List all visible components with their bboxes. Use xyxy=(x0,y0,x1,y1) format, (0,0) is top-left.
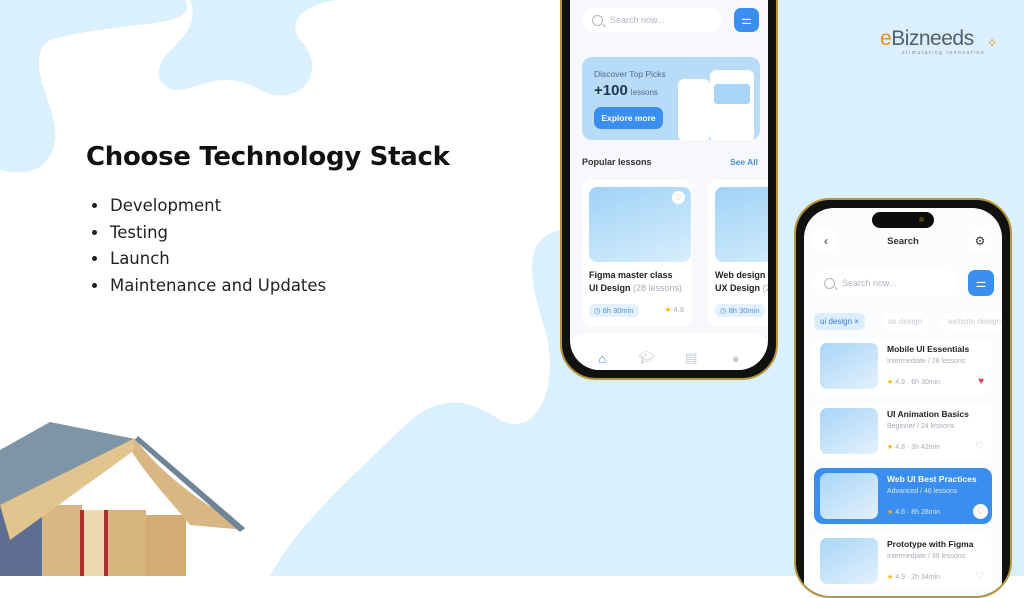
home-icon[interactable]: ⌂ xyxy=(594,350,610,366)
gear-icon: ⚙ xyxy=(974,234,986,248)
bullet-dot xyxy=(92,229,97,235)
result-row[interactable]: Prototype with Figma Intermediate / 39 l… xyxy=(814,533,992,589)
phone-home-mockup: Search now... ⚌ Discover Top Picks +100 l… xyxy=(560,0,778,380)
star-icon: ★ xyxy=(887,379,894,386)
bullet-item: Development xyxy=(92,192,326,219)
result-row[interactable]: UI Animation Basics Beginner / 24 lesson… xyxy=(814,403,992,459)
slide-title: Choose Technology Stack xyxy=(86,142,450,172)
filter-chip[interactable]: website design xyxy=(942,313,1002,330)
result-row-selected[interactable]: Web UI Best Practices Advanced / 46 less… xyxy=(814,468,992,524)
bullet-dot xyxy=(92,282,97,288)
search-icon xyxy=(592,14,603,26)
bullet-item: Maintenance and Updates xyxy=(92,272,326,299)
star-icon: ★ xyxy=(664,305,672,314)
bullet-list: Development Testing Launch Maintenance a… xyxy=(92,192,326,299)
bottom-tab-bar: ⌂ 🎓︎ ▤ ● xyxy=(570,333,768,370)
rating: ★ 4.9 xyxy=(664,305,684,314)
graduation-cap-icon[interactable]: 🎓︎ xyxy=(639,350,656,366)
duration-badge: ◷ 6h 30min xyxy=(589,304,639,317)
search-screen: ‹ Search ⚙ Search now... ⚌ ui design × u… xyxy=(804,208,1002,596)
dynamic-island xyxy=(872,212,934,228)
duration-badge: ◷ 8h 30min xyxy=(715,304,765,317)
home-screen: Search now... ⚌ Discover Top Picks +100 l… xyxy=(570,0,768,370)
settings-button[interactable]: ⚙ xyxy=(968,229,992,253)
section-title: Popular lessons xyxy=(582,157,652,167)
bullet-dot xyxy=(92,202,97,208)
explore-more-button[interactable]: Explore more xyxy=(594,107,663,129)
star-icon: ★ xyxy=(887,509,894,516)
lesson-card[interactable]: Web design fo UX Design (28 ◷ 8h 30min xyxy=(708,180,768,327)
logo-mark-icon: ⁘ xyxy=(987,36,998,50)
search-icon xyxy=(824,277,835,289)
filter-button[interactable]: ⚌ xyxy=(734,8,759,32)
banner-mini-screen xyxy=(710,70,754,140)
lesson-thumbnail xyxy=(715,187,768,262)
heart-filled-icon[interactable]: ♥ xyxy=(978,376,984,387)
heart-icon[interactable]: ♡ xyxy=(672,191,685,204)
filter-button[interactable]: ⚌ xyxy=(968,270,994,296)
course-thumbnail xyxy=(820,538,878,584)
see-all-link[interactable]: See All xyxy=(730,157,758,167)
lesson-card[interactable]: ♡ Figma master class UI Design (28 lesso… xyxy=(582,180,692,327)
heart-icon[interactable]: ♡ xyxy=(975,441,984,452)
sliders-icon: ⚌ xyxy=(741,13,752,27)
books-house-illustration xyxy=(0,422,245,576)
ebizneeds-logo: eBizneeds stimulating innovation ⁘ xyxy=(880,27,998,56)
sliders-icon: ⚌ xyxy=(975,276,987,290)
star-icon: ★ xyxy=(887,574,894,581)
phone-search-mockup: ‹ Search ⚙ Search now... ⚌ ui design × u… xyxy=(794,198,1012,598)
filter-chip[interactable]: ui design × xyxy=(814,313,865,330)
bullet-item: Launch xyxy=(92,245,326,272)
star-icon: ★ xyxy=(887,444,894,451)
result-row[interactable]: Mobile UI Essentials Intermediate / 28 l… xyxy=(814,338,992,394)
heart-icon[interactable]: ♡ xyxy=(973,504,988,519)
bullet-dot xyxy=(92,256,97,262)
course-thumbnail xyxy=(820,408,878,454)
banner-mini-screen xyxy=(678,79,710,140)
promo-banner: Discover Top Picks +100 lessons Explore m… xyxy=(582,57,760,140)
search-input[interactable]: Search now... xyxy=(814,270,956,296)
document-icon[interactable]: ▤ xyxy=(683,350,699,366)
search-input[interactable]: Search now... xyxy=(582,8,722,32)
bullet-item: Testing xyxy=(92,219,326,246)
course-thumbnail xyxy=(820,473,878,519)
course-thumbnail xyxy=(820,343,878,389)
user-icon[interactable]: ● xyxy=(728,350,744,366)
filter-chip[interactable]: ux design xyxy=(882,313,929,330)
heart-icon[interactable]: ♡ xyxy=(975,571,984,582)
